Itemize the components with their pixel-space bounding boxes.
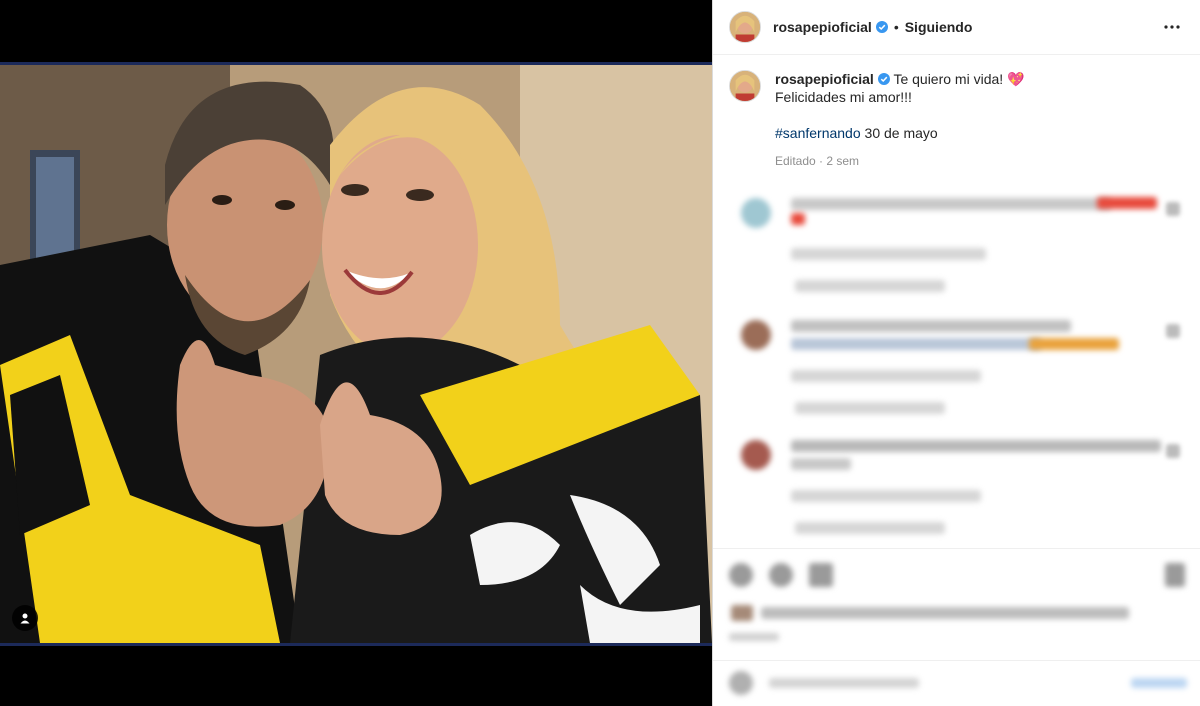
post-header: rosapepioficial • Siguiendo: [713, 0, 1200, 55]
comment-text-blurred: [791, 198, 1111, 210]
author-avatar[interactable]: [729, 11, 761, 43]
comment-avatar: [741, 320, 771, 350]
comment-avatar: [741, 440, 771, 470]
caption-text: rosapepioficial Te quiero mi vida! 💖 Fel…: [775, 70, 1025, 142]
comment-icon[interactable]: [769, 563, 793, 587]
comment-item: [729, 314, 1184, 424]
comment-meta-blurred: [791, 370, 981, 382]
comment-emoji-blurred: [1029, 338, 1119, 350]
comment-replies-blurred: [795, 280, 945, 292]
likers-avatars: [731, 605, 753, 621]
post-timestamp-blurred: [729, 633, 779, 641]
comment-like-icon[interactable]: [1166, 202, 1180, 216]
caption-line-2: Felicidades mi amor!!!: [775, 89, 912, 105]
author-username[interactable]: rosapepioficial: [773, 19, 872, 35]
post-side-panel: rosapepioficial • Siguiendo rosapepiofic…: [712, 0, 1200, 706]
post-media-area: [0, 0, 712, 706]
more-options-icon: [1164, 25, 1180, 29]
comment-item: [729, 192, 1184, 302]
hashtag-link[interactable]: #sanfernando: [775, 125, 861, 141]
comment-text-blurred: [791, 458, 851, 470]
caption-line-1: Te quiero mi vida! 💖: [893, 71, 1025, 87]
caption-date: 30 de mayo: [860, 125, 938, 141]
likes-summary-blurred[interactable]: [761, 607, 1129, 619]
like-icon[interactable]: [729, 563, 753, 587]
user-tag-button[interactable]: [12, 605, 38, 631]
comment-input[interactable]: [769, 678, 919, 688]
more-options-button[interactable]: [1160, 15, 1184, 39]
post-caption: rosapepioficial Te quiero mi vida! 💖 Fel…: [729, 70, 1184, 168]
comment-like-icon[interactable]: [1166, 444, 1180, 458]
publish-button[interactable]: [1131, 678, 1187, 688]
comment-text-blurred: [791, 440, 1161, 452]
emoji-icon[interactable]: [729, 671, 753, 695]
follow-status-button[interactable]: Siguiendo: [905, 19, 973, 35]
user-tag-icon: [20, 613, 30, 624]
comment-like-icon[interactable]: [1166, 324, 1180, 338]
comment-replies-blurred: [795, 522, 945, 534]
comment-emoji-blurred: [791, 213, 805, 225]
comment-replies-blurred: [795, 402, 945, 414]
save-icon[interactable]: [1165, 563, 1185, 587]
verified-badge-icon: [875, 21, 888, 33]
header-separator: •: [893, 19, 899, 35]
caption-author-avatar[interactable]: [729, 70, 761, 102]
comment-emoji-blurred: [1097, 197, 1157, 209]
verified-badge-icon: [877, 73, 890, 85]
comment-text-blurred: [791, 320, 1071, 332]
share-icon[interactable]: [809, 563, 833, 587]
post-actions-bar: [713, 548, 1200, 658]
caption-meta: Editado · 2 sem: [775, 154, 860, 168]
comment-text-blurred: [791, 338, 1041, 350]
comment-avatar: [741, 198, 771, 228]
caption-username[interactable]: rosapepioficial: [775, 71, 874, 87]
comment-item: [729, 434, 1184, 544]
comment-meta-blurred: [791, 248, 986, 260]
comment-meta-blurred: [791, 490, 981, 502]
photo-illustration: [0, 65, 712, 643]
add-comment-bar: [713, 660, 1200, 706]
post-photo[interactable]: [0, 62, 712, 646]
